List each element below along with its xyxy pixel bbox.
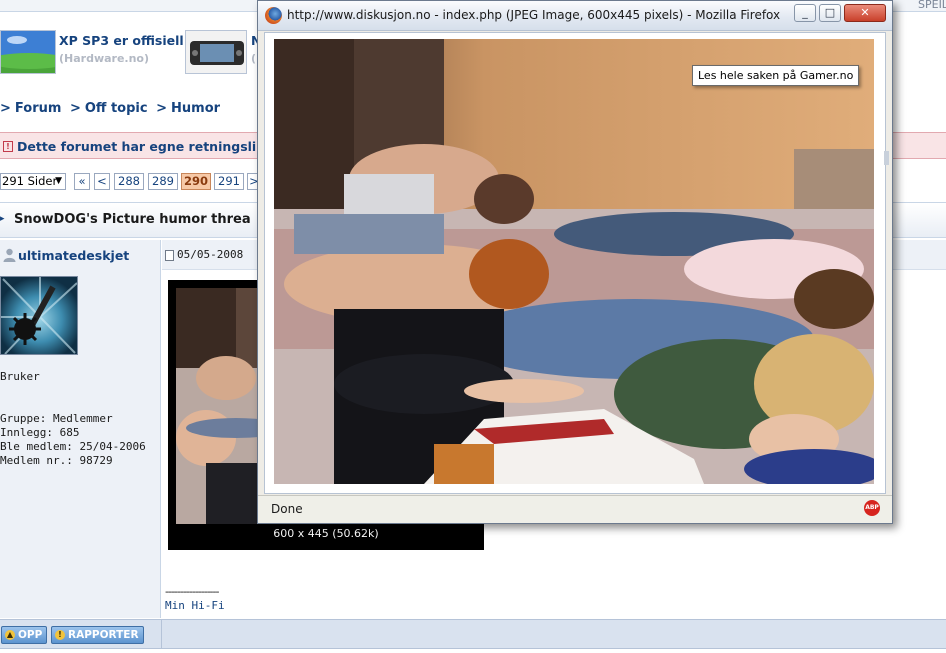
user-title: Bruker <box>0 370 40 383</box>
adblock-icon[interactable]: ABP <box>864 500 880 516</box>
report-icon: ! <box>55 630 65 640</box>
up-button[interactable]: ▲ OPP <box>1 626 48 644</box>
minimize-button[interactable]: _ <box>794 4 816 22</box>
news-item-xp-sp3[interactable]: XP SP3 er offisiell (Hardware.no) <box>0 30 184 76</box>
avatar[interactable] <box>0 276 78 355</box>
image-viewport: Les hele saken på Gamer.no <box>264 32 886 494</box>
post-date: 05/05-2008 <box>177 248 244 261</box>
top-link-fragment[interactable]: SPEIL <box>918 0 946 11</box>
prev-page-button[interactable]: < <box>94 173 110 190</box>
maximize-button[interactable]: □ <box>819 4 841 22</box>
status-bar: Done ABP <box>258 495 892 523</box>
news-source: (Hardware.no) <box>59 52 150 65</box>
full-size-image[interactable] <box>274 39 874 484</box>
forum-rules-text[interactable]: Dette forumet har egne retningslinje <box>17 139 278 154</box>
up-button-label: OPP <box>18 629 43 641</box>
tooltip: Les hele saken på Gamer.no <box>692 65 860 86</box>
firefox-image-window[interactable]: http://www.diskusjon.no - index.php (JPE… <box>257 0 893 524</box>
report-button-label: RAPPORTER <box>68 629 139 641</box>
signature-divider: ------------------ <box>165 585 219 598</box>
news-source: ( <box>251 52 257 65</box>
thread-title: SnowDOG's Picture humor threa <box>14 212 251 227</box>
signature-link[interactable]: Min Hi-Fi <box>165 599 225 612</box>
breadcrumb-separator: > <box>0 101 11 116</box>
breadcrumb-humor[interactable]: Humor <box>171 101 220 116</box>
post-document-icon <box>165 250 174 261</box>
post-footer: ▲ OPP ! RAPPORTER <box>0 619 946 649</box>
news-title[interactable]: XP SP3 er offisiell <box>59 33 184 48</box>
window-title: http://www.diskusjon.no - index.php (JPE… <box>287 8 781 22</box>
scrollbar-nub[interactable] <box>884 151 889 165</box>
firefox-icon <box>265 7 282 24</box>
poster-username[interactable]: ultimatedeskjet <box>18 248 129 263</box>
pages-dropdown-label: 291 Sider <box>2 174 58 188</box>
status-text: Done <box>271 502 303 516</box>
news-thumbnail-xp[interactable] <box>0 30 56 74</box>
user-joined: Ble medlem: 25/04-2006 <box>0 440 146 453</box>
breadcrumb-separator: > <box>69 101 81 116</box>
breadcrumb: > Forum > Off topic > Humor <box>0 101 220 116</box>
report-button[interactable]: ! RAPPORTER <box>51 626 144 644</box>
first-page-button[interactable]: « <box>74 173 90 190</box>
maximize-icon: □ <box>824 6 836 19</box>
pages-dropdown[interactable]: 291 Sider ▼ <box>0 173 66 190</box>
notice-icon: ! <box>3 141 13 152</box>
user-icon <box>3 248 16 262</box>
close-icon: ✕ <box>860 6 870 19</box>
breadcrumb-off-topic[interactable]: Off topic <box>85 101 148 116</box>
chevron-right-icon: ▸ <box>0 214 5 224</box>
page-289-button[interactable]: 289 <box>148 173 178 190</box>
screen: SPEIL XP SP3 er offisiell (Hardware.no) … <box>0 0 946 653</box>
breadcrumb-separator: > <box>156 101 168 116</box>
window-titlebar[interactable]: http://www.diskusjon.no - index.php (JPE… <box>258 1 892 31</box>
image-size-caption: 600 x 445 (50.62k) <box>273 527 379 540</box>
footer-divider <box>161 620 162 648</box>
close-button[interactable]: ✕ <box>844 4 886 22</box>
page-290-current[interactable]: 290 <box>181 173 211 190</box>
user-post-count: Innlegg: 685 <box>0 426 80 439</box>
user-member-number: Medlem nr.: 98729 <box>0 454 113 467</box>
news-item-phone[interactable]: N ( <box>185 30 261 76</box>
poster-info-column: ultimatedeskjet Bruker Gruppe: Medlemmer… <box>0 240 161 618</box>
news-thumbnail-phone[interactable] <box>185 30 247 74</box>
breadcrumb-forum[interactable]: Forum <box>15 101 62 116</box>
minimize-icon: _ <box>802 6 808 19</box>
chevron-down-icon: ▼ <box>55 176 62 186</box>
page-291-button[interactable]: 291 <box>214 173 244 190</box>
page-288-button[interactable]: 288 <box>114 173 144 190</box>
user-group: Gruppe: Medlemmer <box>0 412 113 425</box>
up-arrow-icon: ▲ <box>5 630 15 640</box>
